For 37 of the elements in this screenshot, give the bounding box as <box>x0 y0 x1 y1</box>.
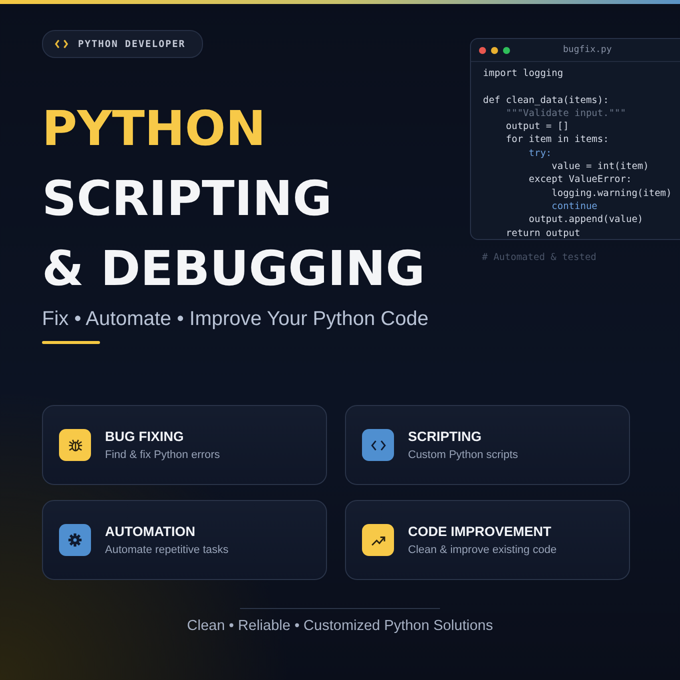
code-line: except ValueError: <box>528 173 633 187</box>
code-brackets-icon <box>370 440 386 450</box>
feature-description: Find & fix Python errors <box>105 449 220 461</box>
headline-line: SCRIPTING <box>42 170 333 229</box>
feature-title: BUG FIXING <box>105 429 185 444</box>
headline-line: PYTHON <box>42 100 267 159</box>
code-line: value = int(item) <box>550 160 650 174</box>
code-line: output.append(value) <box>528 213 644 227</box>
feature-title: CODE IMPROVEMENT <box>408 524 552 539</box>
feature-title: SCRIPTING <box>408 429 483 444</box>
code-line: logging.warning(item) <box>550 186 673 200</box>
gear-icon <box>68 533 82 547</box>
feature-description: Custom Python scripts <box>408 449 518 461</box>
window-dot <box>503 46 510 54</box>
file-name: bugfix.py <box>563 45 612 55</box>
accent-underline <box>42 341 100 344</box>
code-line: continue <box>550 200 598 214</box>
code-line: try: <box>528 146 553 160</box>
headline-line: & DEBUGGING <box>42 240 426 299</box>
feature-title: AUTOMATION <box>105 524 196 539</box>
window-dot <box>479 46 486 54</box>
code-line: return output <box>504 226 582 239</box>
code-line: output = [] <box>504 120 570 134</box>
code-brackets-icon <box>55 39 68 49</box>
code-line: for item in items: <box>504 133 610 147</box>
subtitle: Fix • Automate • Improve Your Python Code <box>42 308 430 331</box>
feature-description: Automate repetitive tasks <box>105 544 229 556</box>
feature-description: Clean & improve existing code <box>408 544 557 556</box>
tagline: Clean • Reliable • Customized Python Solutions <box>186 618 494 634</box>
code-line: import logging <box>483 67 564 80</box>
code-line: """Validate input.""" <box>504 106 627 120</box>
window-dot <box>491 46 498 54</box>
code-comment: # Automated & tested <box>482 252 598 263</box>
code-line: def clean_data(items): <box>483 94 610 107</box>
role-badge: PYTHON DEVELOPER <box>42 30 203 58</box>
trend-up-icon <box>370 534 386 546</box>
bug-icon <box>68 438 82 452</box>
